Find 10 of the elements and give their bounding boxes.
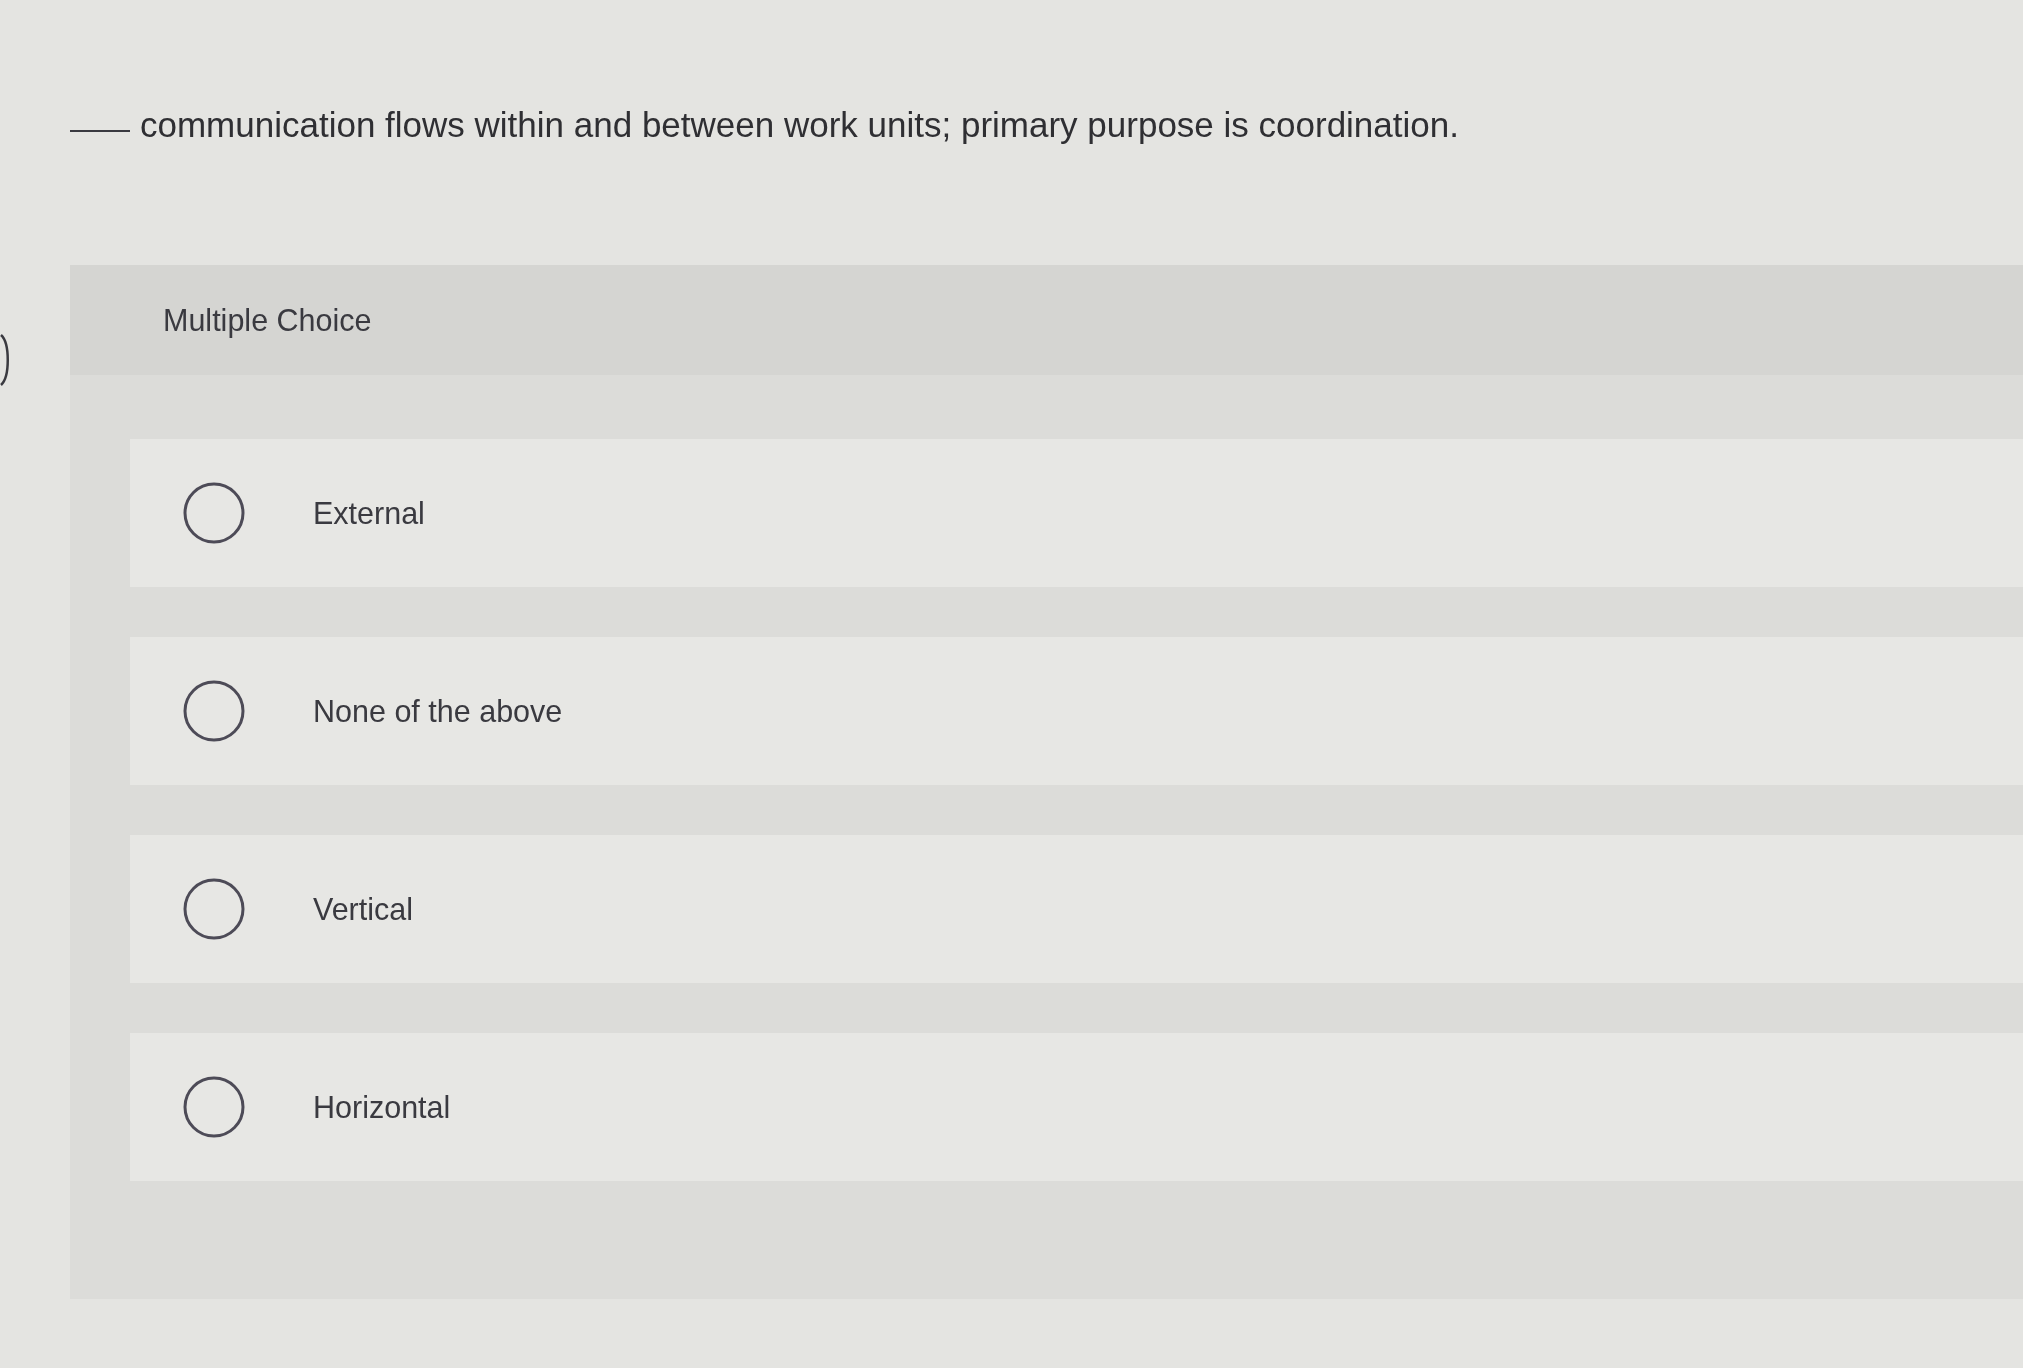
radio-button[interactable] [183, 482, 245, 544]
question-text: communication flows within and between work units; primary purpose is coordination. [140, 104, 1459, 146]
option-label: External [313, 495, 425, 531]
option-label: Horizontal [313, 1089, 451, 1125]
option-label: None of the above [313, 693, 563, 729]
radio-button[interactable] [183, 680, 245, 742]
option-label: Vertical [313, 891, 414, 927]
question-type-label: Multiple Choice [163, 302, 372, 338]
radio-button[interactable] [183, 878, 245, 940]
radio-button[interactable] [183, 1076, 245, 1138]
